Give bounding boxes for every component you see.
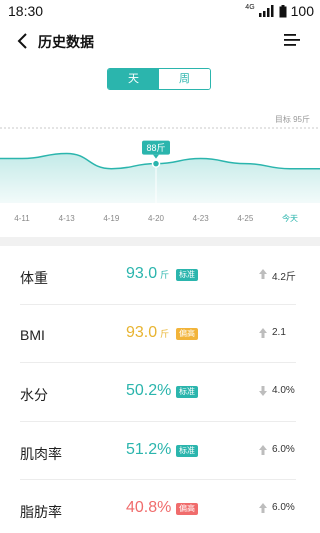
metric-row-fat[interactable]: 脂肪率 40.8% 偏高 6.0% <box>0 480 320 533</box>
trend-up-icon <box>259 327 267 338</box>
metric-label: 脂肪率 <box>20 504 62 520</box>
status-badge: 偏高 <box>176 503 198 515</box>
highlight-point[interactable] <box>151 159 161 168</box>
x-tick-label[interactable]: 今天 <box>282 213 298 223</box>
network-type: 4G <box>245 3 255 11</box>
period-toggle: 天 周 <box>107 68 211 90</box>
trend-up-icon <box>259 269 267 279</box>
tab-week[interactable]: 周 <box>159 69 210 89</box>
tab-day[interactable]: 天 <box>108 69 159 89</box>
target-label: 目标 95斤 <box>275 114 310 124</box>
metric-delta: 4.0% <box>272 385 295 396</box>
x-tick-label[interactable]: 4-25 <box>237 214 254 223</box>
menu-icon[interactable] <box>284 33 300 47</box>
metric-label: 水分 <box>20 387 48 403</box>
metric-label: 体重 <box>20 270 48 286</box>
trend-up-icon <box>259 503 267 513</box>
status-badge: 标准 <box>176 269 198 281</box>
x-tick-label[interactable]: 4-19 <box>103 214 120 223</box>
chart-area <box>0 153 320 203</box>
status-badge: 标准 <box>176 386 198 398</box>
status-bar: 18:30 4G 100 <box>0 0 320 22</box>
x-tick-label[interactable]: 4-23 <box>193 214 210 223</box>
metric-delta: 2.1 <box>272 326 286 338</box>
metric-delta: 6.0% <box>272 502 295 513</box>
metric-row-water[interactable]: 水分 50.2% 标准 4.0% <box>0 363 320 422</box>
status-indicators: 4G 100 <box>245 3 314 19</box>
status-badge: 标准 <box>176 444 198 457</box>
signal-icon <box>258 5 274 17</box>
nav-bar: 历史数据 <box>0 26 320 56</box>
status-badge: 偏高 <box>176 327 198 340</box>
metric-delta: 6.0% <box>272 443 295 455</box>
metric-value: 93.0 斤 <box>126 323 170 341</box>
weight-trend-chart: 目标 95斤 88斤 4-11 4-13 4-19 4-20 4-23 4-25 今天 <box>0 114 320 223</box>
metric-row-bmi[interactable]: BMI 93.0 斤 偏高 2.1 <box>0 305 320 363</box>
metric-label: 肌肉率 <box>20 445 62 462</box>
x-tick-label[interactable]: 4-20 <box>148 214 165 223</box>
tooltip-label: 88斤 <box>146 143 165 153</box>
tooltip-pointer <box>153 154 159 159</box>
battery-icon <box>279 4 287 17</box>
metric-value: 93.0 斤 <box>126 265 170 282</box>
battery-level: 100 <box>290 3 314 19</box>
metric-row-muscle[interactable]: 肌肉率 51.2% 标准 6.0% <box>0 422 320 480</box>
x-tick-label[interactable]: 4-11 <box>14 214 30 223</box>
back-arrow-icon[interactable] <box>14 32 32 50</box>
x-tick-label[interactable]: 4-13 <box>59 214 76 223</box>
metrics-list: 体重 93.0 斤 标准 4.2斤 BMI 93.0 斤 偏高 2.1 水分 50.… <box>0 246 320 533</box>
metric-value: 51.2% <box>126 440 172 458</box>
metric-row-weight[interactable]: 体重 93.0 斤 标准 4.2斤 <box>0 246 320 305</box>
section-divider <box>0 237 320 246</box>
trend-up-icon <box>259 444 267 455</box>
metric-label: BMI <box>20 326 45 343</box>
status-time: 18:30 <box>8 3 44 19</box>
trend-down-icon <box>259 386 267 396</box>
metric-value: 50.2% <box>126 382 172 399</box>
page-title: 历史数据 <box>38 34 94 50</box>
metric-value: 40.8% <box>126 499 172 516</box>
metric-delta: 4.2斤 <box>272 272 296 283</box>
